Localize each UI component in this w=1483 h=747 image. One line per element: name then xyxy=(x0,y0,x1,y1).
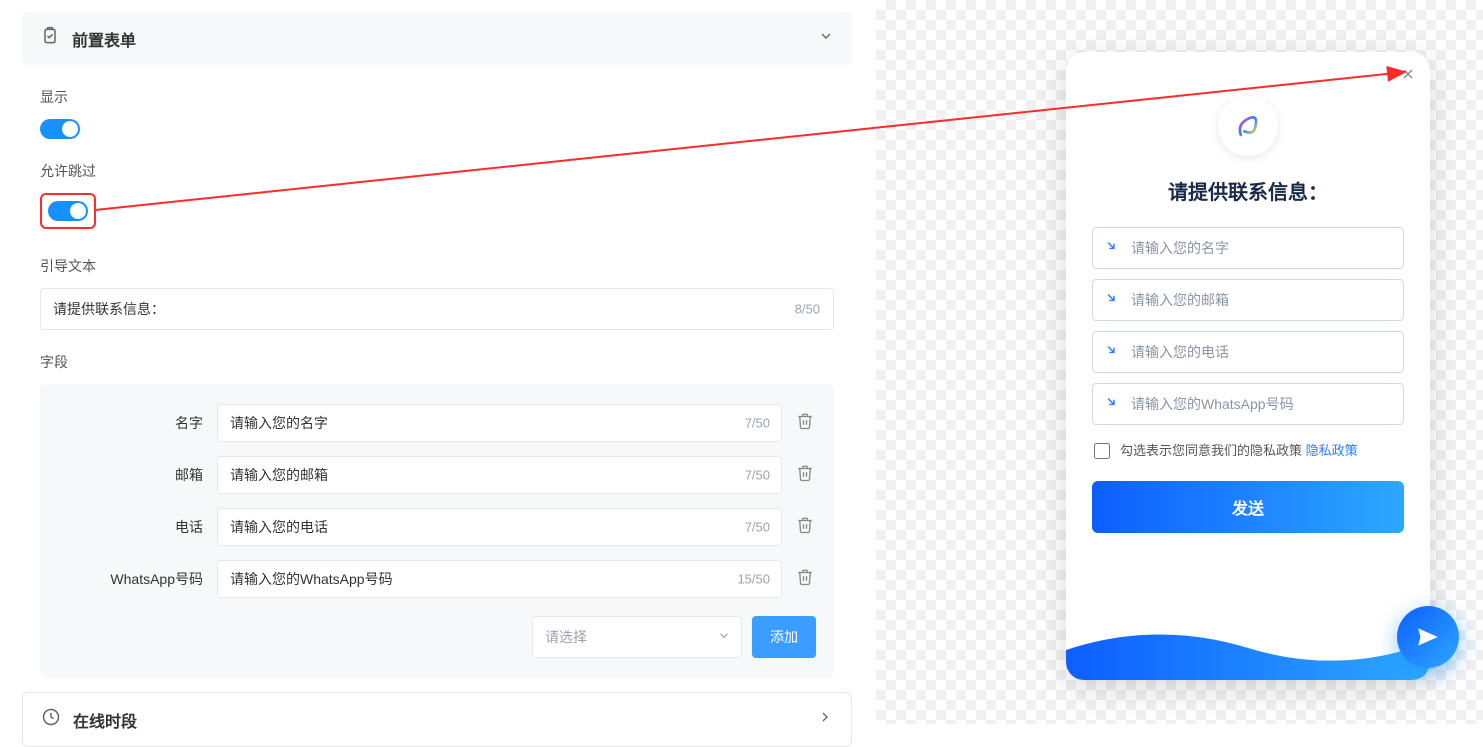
field-row: 邮箱 7/50 xyxy=(58,456,816,494)
arrow-down-right-icon xyxy=(1104,291,1118,310)
field-counter: 7/50 xyxy=(745,520,770,535)
trash-icon[interactable] xyxy=(796,516,816,539)
close-icon[interactable] xyxy=(1400,66,1416,87)
consent-checkbox[interactable] xyxy=(1094,443,1110,459)
trash-icon[interactable] xyxy=(796,412,816,435)
preview-input-phone[interactable] xyxy=(1092,331,1404,373)
field-counter: 7/50 xyxy=(745,416,770,431)
arrow-down-right-icon xyxy=(1104,239,1118,258)
send-button[interactable]: 发送 xyxy=(1092,481,1404,533)
wave-decoration xyxy=(1066,620,1430,680)
privacy-link[interactable]: 隐私政策 xyxy=(1306,443,1358,458)
field-counter: 7/50 xyxy=(745,468,770,483)
accordion-title: 前置表单 xyxy=(72,27,136,51)
add-field-button[interactable]: 添加 xyxy=(752,616,816,658)
accordion-preform[interactable]: 前置表单 xyxy=(22,12,852,65)
preview-input-name[interactable] xyxy=(1092,227,1404,269)
field-label: WhatsApp号码 xyxy=(58,569,203,589)
preview-title: 请提供联系信息： xyxy=(1066,176,1430,205)
trash-icon[interactable] xyxy=(796,568,816,591)
clipboard-icon xyxy=(40,26,60,51)
select-placeholder: 请选择 xyxy=(545,629,587,645)
skip-label: 允许跳过 xyxy=(22,161,852,181)
guide-counter: 8/50 xyxy=(795,302,820,317)
arrow-down-right-icon xyxy=(1104,343,1118,362)
chevron-down-icon xyxy=(717,629,731,646)
field-label: 邮箱 xyxy=(58,465,203,485)
guide-input[interactable] xyxy=(40,288,834,330)
chevron-down-icon xyxy=(818,28,834,49)
field-counter: 15/50 xyxy=(737,572,770,587)
accordion-online-hours[interactable]: 在线时段 xyxy=(22,692,852,747)
skip-toggle-highlight xyxy=(40,193,96,229)
field-label: 名字 xyxy=(58,413,203,433)
preview-panel: 请提供联系信息： 勾选表示您同意我们的隐私政策 隐私政策 xyxy=(876,0,1483,724)
field-row: 电话 7/50 xyxy=(58,508,816,546)
guide-label: 引导文本 xyxy=(22,256,852,276)
brand-logo xyxy=(1218,96,1278,156)
preview-input-email[interactable] xyxy=(1092,279,1404,321)
chevron-right-icon xyxy=(817,709,833,730)
field-row: 名字 7/50 xyxy=(58,404,816,442)
fields-block: 名字 7/50 邮箱 7/50 电话 xyxy=(40,384,834,678)
skip-toggle[interactable] xyxy=(48,201,88,221)
display-toggle[interactable] xyxy=(40,119,80,139)
preview-input-whatsapp[interactable] xyxy=(1092,383,1404,425)
consent-text: 勾选表示您同意我们的隐私政策 隐私政策 xyxy=(1120,441,1358,461)
clock-icon xyxy=(41,707,61,732)
field-input-name[interactable] xyxy=(217,404,782,442)
arrow-down-right-icon xyxy=(1104,395,1118,414)
field-label: 电话 xyxy=(58,517,203,537)
field-input-phone[interactable] xyxy=(217,508,782,546)
field-type-select[interactable]: 请选择 xyxy=(532,616,742,658)
chat-fab[interactable] xyxy=(1397,606,1459,668)
fields-label: 字段 xyxy=(22,352,852,372)
accordion-title: 在线时段 xyxy=(73,708,137,732)
field-input-whatsapp[interactable] xyxy=(217,560,782,598)
chat-preview-card: 请提供联系信息： 勾选表示您同意我们的隐私政策 隐私政策 xyxy=(1066,52,1430,680)
field-input-email[interactable] xyxy=(217,456,782,494)
trash-icon[interactable] xyxy=(796,464,816,487)
field-row: WhatsApp号码 15/50 xyxy=(58,560,816,598)
display-label: 显示 xyxy=(22,87,852,107)
